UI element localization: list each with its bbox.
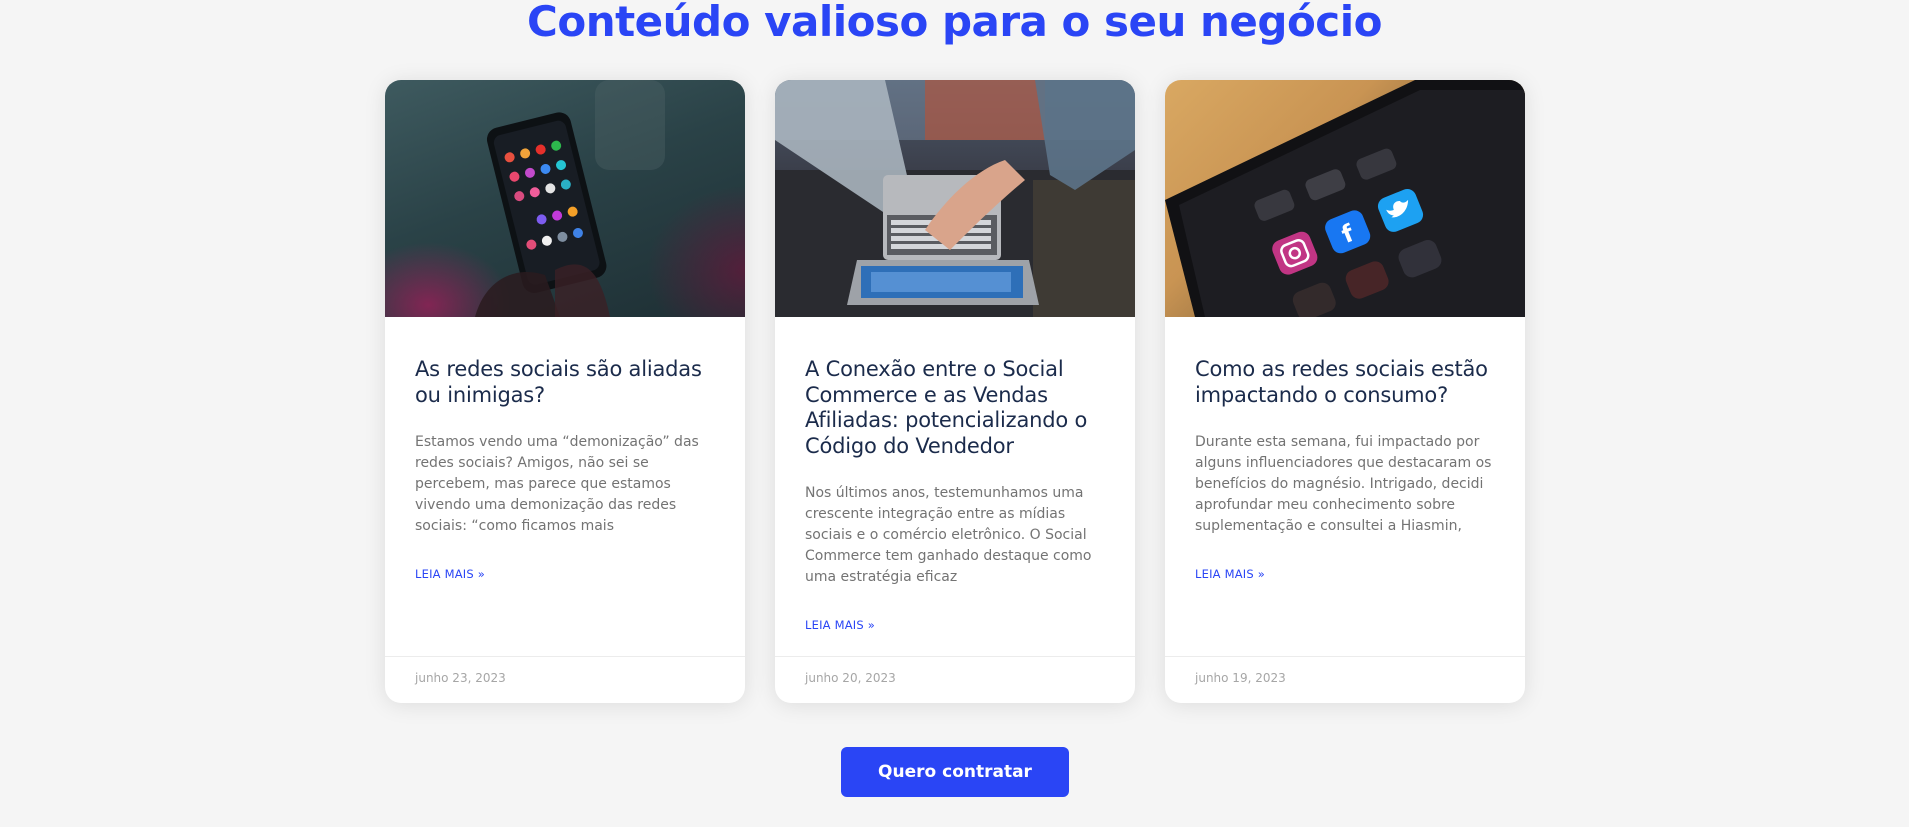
- card-excerpt: Durante esta semana, fui impactado por a…: [1195, 434, 1492, 534]
- blog-card: f Como as redes sociais estão impactando…: [1165, 80, 1525, 703]
- quero-contratar-button[interactable]: Quero contratar: [841, 747, 1069, 797]
- read-more-link[interactable]: LEIA MAIS »: [415, 567, 485, 581]
- read-more-link[interactable]: LEIA MAIS »: [805, 618, 875, 632]
- blog-cards: As redes sociais são aliadas ou inimigas…: [385, 80, 1525, 703]
- card-title-link[interactable]: Como as redes sociais estão impactando o…: [1195, 357, 1495, 408]
- card-title-link[interactable]: As redes sociais são aliadas ou inimigas…: [415, 357, 715, 408]
- card-excerpt: Nos últimos anos, testemunhamos uma cres…: [805, 485, 1092, 585]
- card-excerpt: Estamos vendo uma “demonização” das rede…: [415, 434, 699, 534]
- card-image[interactable]: [775, 80, 1135, 317]
- card-date: junho 19, 2023: [1165, 656, 1525, 703]
- card-date: junho 23, 2023: [385, 656, 745, 703]
- blog-card: As redes sociais são aliadas ou inimigas…: [385, 80, 745, 703]
- phone-in-hand-photo: [475, 80, 665, 317]
- read-more-link[interactable]: LEIA MAIS »: [1195, 567, 1265, 581]
- card-body: A Conexão entre o Social Commerce e as V…: [775, 317, 1135, 703]
- card-body: As redes sociais são aliadas ou inimigas…: [385, 317, 745, 703]
- card-date: junho 20, 2023: [775, 656, 1135, 703]
- card-body: Como as redes sociais estão impactando o…: [1165, 317, 1525, 703]
- section-title: Conteúdo valioso para o seu negócio: [527, 0, 1382, 46]
- phone-social-apps-photo: f: [1165, 80, 1525, 317]
- laptop-team-photo: [775, 80, 1135, 317]
- blog-card: A Conexão entre o Social Commerce e as V…: [775, 80, 1135, 703]
- card-image[interactable]: f: [1165, 80, 1525, 317]
- card-title-link[interactable]: A Conexão entre o Social Commerce e as V…: [805, 357, 1105, 459]
- card-image[interactable]: [385, 80, 745, 317]
